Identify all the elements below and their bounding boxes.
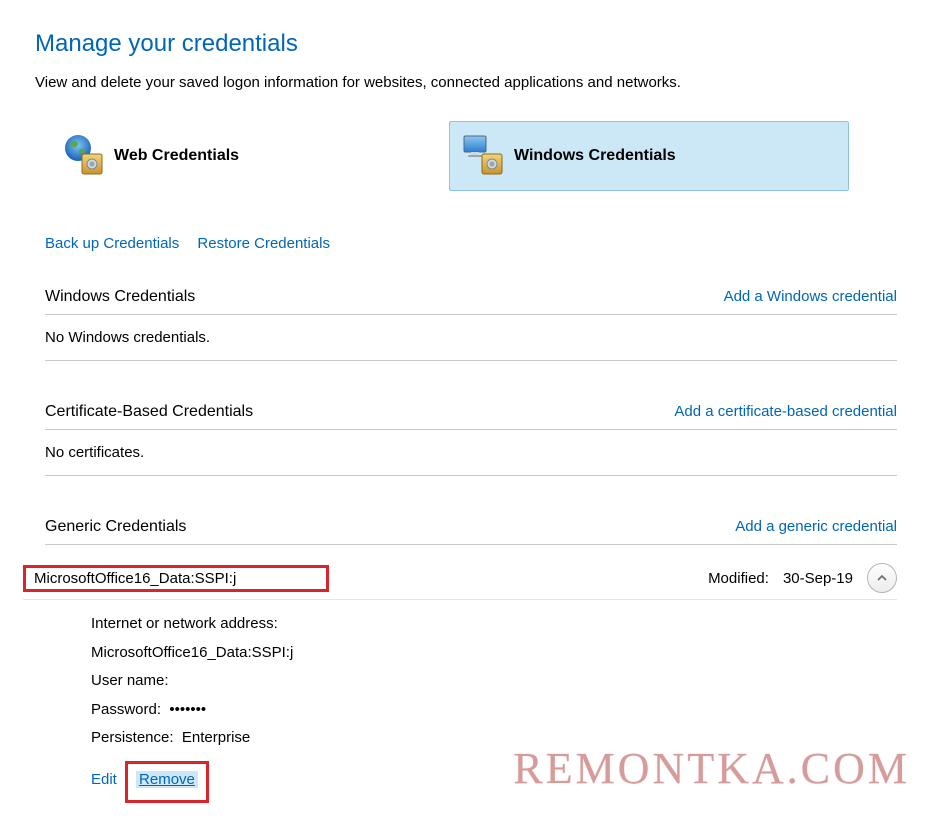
remove-highlight-box: Remove (125, 761, 209, 804)
collapse-toggle[interactable] (867, 563, 897, 593)
chevron-up-icon (875, 571, 889, 585)
section-cert-title: Certificate-Based Credentials (45, 403, 253, 421)
tab-web-credentials[interactable]: Web Credentials (49, 121, 449, 191)
section-windows-title: Windows Credentials (45, 288, 195, 306)
tab-windows-label: Windows Credentials (514, 147, 676, 165)
tab-windows-credentials[interactable]: Windows Credentials (449, 121, 849, 191)
credential-entry-name: MicrosoftOffice16_Data:SSPI:j (23, 565, 329, 592)
add-generic-credential-link[interactable]: Add a generic credential (735, 518, 897, 535)
monitor-safe-icon (460, 132, 508, 180)
username-label: User name: (91, 672, 169, 689)
backup-link[interactable]: Back up Credentials (45, 235, 179, 252)
credential-entry-row[interactable]: MicrosoftOffice16_Data:SSPI:j Modified: … (23, 559, 897, 600)
credential-entry-meta: Modified: 30-Sep-19 (708, 563, 897, 593)
section-cert-empty: No certificates. (45, 444, 897, 476)
address-label: Internet or network address: (91, 615, 278, 632)
remove-link[interactable]: Remove (136, 771, 198, 788)
section-certificate: Certificate-Based Credentials Add a cert… (45, 403, 897, 476)
edit-link[interactable]: Edit (91, 771, 117, 788)
section-generic-title: Generic Credentials (45, 518, 186, 536)
section-generic: Generic Credentials Add a generic creden… (45, 518, 897, 803)
add-cert-credential-link[interactable]: Add a certificate-based credential (674, 403, 897, 420)
page-subtitle: View and delete your saved logon informa… (35, 74, 897, 91)
persistence-value: Enterprise (182, 729, 250, 746)
modified-label: Modified: (708, 570, 769, 587)
globe-safe-icon (60, 132, 108, 180)
address-value: MicrosoftOffice16_Data:SSPI:j (91, 644, 293, 661)
category-tabs: Web Credentials (49, 121, 897, 191)
persistence-label: Persistence: (91, 729, 174, 746)
page-title: Manage your credentials (35, 30, 897, 58)
password-value: ••••••• (169, 701, 206, 718)
restore-link[interactable]: Restore Credentials (197, 235, 330, 252)
tab-web-label: Web Credentials (114, 147, 239, 165)
action-links: Back up Credentials Restore Credentials (45, 235, 897, 252)
section-windows-empty: No Windows credentials. (45, 329, 897, 361)
section-windows: Windows Credentials Add a Windows creden… (45, 288, 897, 361)
password-label: Password: (91, 701, 161, 718)
add-windows-credential-link[interactable]: Add a Windows credential (724, 288, 897, 305)
modified-value: 30-Sep-19 (783, 570, 853, 587)
credential-details: Internet or network address: MicrosoftOf… (91, 610, 897, 803)
